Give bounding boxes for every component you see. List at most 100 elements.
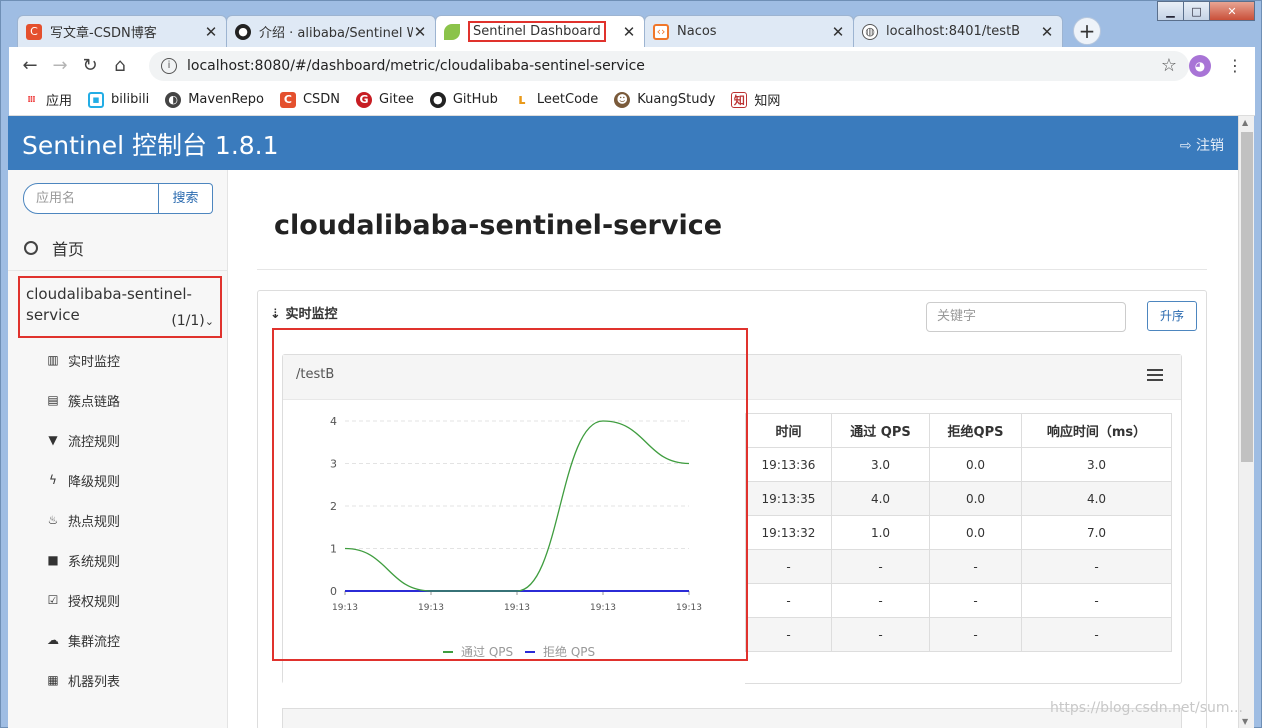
bookmark-github[interactable]: ● GitHub: [429, 91, 498, 108]
sidebar-item-home[interactable]: 首页: [24, 236, 84, 260]
menu-label: 流控规则: [68, 434, 121, 450]
column-header-pass-qps: 通过 QPS: [831, 413, 930, 448]
tab-close-icon[interactable]: ✕: [622, 23, 636, 41]
bookmark-apps[interactable]: ⁞⁞⁞ 应用: [23, 90, 72, 109]
bookmark-label: KuangStudy: [637, 92, 716, 107]
sidebar-app-entry[interactable]: cloudalibaba-sentinel-service (1/1)⌄: [18, 276, 222, 338]
table-header-row: 时间 通过 QPS 拒绝QPS 响应时间（ms）: [745, 413, 1172, 448]
app-name: cloudalibaba-sentinel-service: [26, 285, 192, 324]
scroll-down-icon[interactable]: ▼: [1242, 717, 1248, 726]
bookmark-label: 知网: [754, 94, 781, 109]
tab-github-sentinel[interactable]: ● 介绍 · alibaba/Sentinel Wi ✕: [226, 15, 436, 47]
bookmark-mavenrepo[interactable]: ◐ MavenRepo: [165, 91, 264, 108]
divider: [8, 270, 228, 271]
fire-icon: ♨: [47, 513, 59, 527]
qps-chart-svg: 4 3 2 1 0 19:13 19:13 19:13 19:13 19:13 通过 QPS 拒绝 Q…: [330, 415, 702, 659]
sort-amount-icon: ⇣: [270, 307, 281, 322]
tab-title: localhost:8401/testB: [886, 24, 1021, 39]
apps-icon: ⁞⁞⁞: [27, 94, 35, 105]
address-bar[interactable]: i localhost:8080/#/dashboard/metric/clou…: [149, 50, 1189, 81]
minimize-button[interactable]: ▁: [1157, 1, 1184, 21]
back-arrow-icon[interactable]: ←: [15, 55, 45, 76]
tab-title: 介绍 · alibaba/Sentinel Wi: [259, 26, 413, 41]
bookmark-label: LeetCode: [536, 92, 599, 107]
metrics-table: 时间 通过 QPS 拒绝QPS 响应时间（ms） 19:13:36 3.0 0.0 3…: [745, 413, 1172, 652]
hamburger-menu-icon[interactable]: [1147, 369, 1163, 384]
scrollbar-thumb[interactable]: [1241, 132, 1253, 462]
bookmark-bilibili[interactable]: ▪ bilibili: [88, 91, 149, 108]
y-tick-label: 3: [330, 458, 337, 471]
url-text: localhost:8080/#/dashboard/metric/clouda…: [187, 57, 645, 74]
sidebar-item-system-rules[interactable]: ■ 系统规则: [8, 540, 228, 580]
menu-label: 热点规则: [68, 514, 121, 530]
maximize-button[interactable]: □: [1183, 1, 1210, 21]
github-icon: ●: [429, 91, 446, 108]
bookmark-kuangstudy[interactable]: ☻ KuangStudy: [614, 91, 716, 108]
sidebar-item-hotspot-rules[interactable]: ♨ 热点规则: [8, 500, 228, 540]
reload-icon[interactable]: ↻: [75, 55, 105, 76]
bookmark-cnki[interactable]: 知 知网: [731, 90, 780, 109]
main-content: cloudalibaba-sentinel-service ⇣ 实时监控 关键字…: [229, 170, 1238, 728]
sign-out-icon: ⇨: [1179, 138, 1192, 154]
tab-close-icon[interactable]: ✕: [204, 23, 218, 41]
bookmark-leetcode[interactable]: ʟ LeetCode: [514, 92, 598, 108]
app-search-input[interactable]: 应用名: [23, 183, 159, 214]
logout-link[interactable]: ⇨ 注销: [1180, 135, 1224, 155]
browser-toolbar: ← → ↻ ⌂ i localhost:8080/#/dashboard/met…: [9, 47, 1255, 84]
x-tick-label: 19:13: [676, 603, 702, 613]
tab-close-icon[interactable]: ✕: [413, 23, 427, 41]
bookmark-gitee[interactable]: G Gitee: [356, 91, 414, 108]
next-resource-card: [282, 708, 1182, 728]
home-label: 首页: [52, 240, 85, 259]
tab-csdn[interactable]: C 写文章-CSDN博客 ✕: [17, 15, 227, 47]
search-button[interactable]: 搜索: [159, 183, 213, 214]
table-row: ----: [745, 617, 1172, 652]
tab-localhost-testb[interactable]: ◍ localhost:8401/testB ✕: [853, 15, 1063, 47]
table-row: 19:13:36 3.0 0.0 3.0: [745, 447, 1172, 482]
app-brand[interactable]: Sentinel 控制台 1.8.1: [22, 126, 279, 162]
bookmark-label: 应用: [46, 94, 73, 109]
sidebar-item-cluster-flow[interactable]: ☁ 集群流控: [8, 620, 228, 660]
resource-card: /testB 4 3 2 1 0 19:13 19:13 19:13 19:13 19:13 通过 …: [282, 354, 1182, 684]
filter-icon: ▼: [48, 433, 58, 447]
close-window-button[interactable]: ✕: [1209, 1, 1255, 21]
profile-avatar[interactable]: ◕: [1189, 54, 1211, 77]
tab-strip: C 写文章-CSDN博客 ✕ ● 介绍 · alibaba/Sentinel W…: [17, 15, 1063, 47]
app-header: Sentinel 控制台 1.8.1 ⇨ 注销: [8, 116, 1238, 170]
new-tab-button[interactable]: +: [1073, 17, 1101, 45]
sidebar-item-flow-rules[interactable]: ▼ 流控规则: [8, 420, 228, 460]
bookmark-csdn[interactable]: C CSDN: [279, 91, 340, 108]
tab-close-icon[interactable]: ✕: [831, 23, 845, 41]
tab-nacos[interactable]: ‹› Nacos ✕: [644, 15, 854, 47]
forward-arrow-icon[interactable]: →: [45, 55, 75, 76]
sidebar-item-realtime-monitor[interactable]: ▥ 实时监控: [8, 340, 228, 380]
sidebar-item-auth-rules[interactable]: ☑ 授权规则: [8, 580, 228, 620]
divider: [257, 269, 1207, 270]
sidebar-item-cluster-link[interactable]: ▤ 簇点链路: [8, 380, 228, 420]
legend-label: 拒绝 QPS: [543, 644, 595, 659]
menu-label: 机器列表: [68, 674, 121, 690]
tab-close-icon[interactable]: ✕: [1040, 23, 1054, 41]
sort-button[interactable]: 升序: [1147, 301, 1197, 331]
x-tick-label: 19:13: [332, 603, 358, 613]
bookmark-label: GitHub: [452, 92, 498, 107]
tab-title: 写文章-CSDN博客: [50, 26, 157, 41]
scroll-up-icon[interactable]: ▲: [1242, 118, 1248, 127]
info-icon[interactable]: i: [161, 57, 177, 74]
x-tick-label: 19:13: [504, 603, 530, 613]
x-tick-label: 19:13: [418, 603, 444, 613]
menu-label: 降级规则: [68, 474, 121, 490]
realtime-monitor-panel: ⇣ 实时监控 关键字 升序 /testB 4 3 2 1 0 19:13 19:13 19:1…: [257, 290, 1207, 728]
sidebar-item-degrade-rules[interactable]: ϟ 降级规则: [8, 460, 228, 500]
bookmark-star-icon[interactable]: ☆: [1161, 55, 1177, 76]
y-tick-label: 2: [330, 500, 337, 513]
tab-sentinel-dashboard[interactable]: Sentinel Dashboard ✕: [435, 15, 645, 47]
menu-kebab-icon[interactable]: ⋮: [1227, 56, 1243, 75]
home-icon[interactable]: ⌂: [105, 55, 135, 76]
sidebar-item-machine-list[interactable]: ▦ 机器列表: [8, 660, 228, 700]
column-header-rt: 响应时间（ms）: [1021, 413, 1172, 448]
page-scrollbar[interactable]: ▲ ▼: [1238, 116, 1254, 728]
keyword-input[interactable]: 关键字: [926, 302, 1126, 332]
menu-label: 授权规则: [68, 594, 121, 610]
bilibili-icon: ▪: [88, 91, 105, 108]
